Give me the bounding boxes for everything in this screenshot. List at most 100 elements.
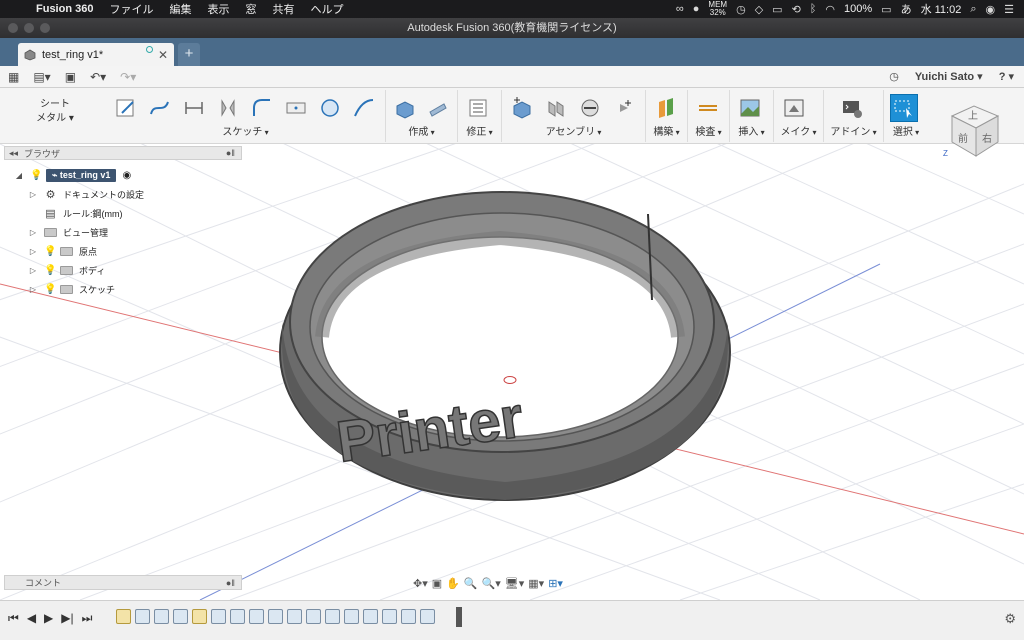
- timeline-step[interactable]: [173, 609, 188, 624]
- modify-group-label[interactable]: 修正: [458, 123, 501, 138]
- user-account-menu[interactable]: Yuichi Sato ▾: [915, 70, 983, 83]
- new-component-icon[interactable]: [508, 94, 536, 122]
- minimize-window-button[interactable]: [24, 23, 34, 33]
- circle-icon[interactable]: [316, 94, 344, 122]
- timeline-step[interactable]: [420, 609, 435, 624]
- job-status-clock-icon[interactable]: ◷: [889, 70, 899, 83]
- select-group-label[interactable]: 選択: [884, 123, 928, 138]
- workspace-mode-selector[interactable]: シート メタル ▾: [10, 98, 100, 134]
- insert-image-icon[interactable]: [736, 94, 764, 122]
- menu-app-name[interactable]: Fusion 360: [28, 3, 101, 15]
- create-base-flange-icon[interactable]: [392, 94, 419, 122]
- offset-plane-icon[interactable]: [652, 94, 680, 122]
- timeline-step[interactable]: [230, 609, 245, 624]
- data-panel-grid-icon[interactable]: ▦: [8, 70, 19, 84]
- view-cube-right-label[interactable]: 右: [982, 132, 992, 145]
- close-tab-icon[interactable]: ✕: [158, 48, 168, 62]
- visibility-bulb-icon[interactable]: 💡: [44, 284, 56, 295]
- addins-group-label[interactable]: アドイン: [824, 123, 883, 138]
- timeline-marker[interactable]: [456, 607, 462, 627]
- notification-center-icon[interactable]: ☰: [1004, 3, 1014, 16]
- menu-view[interactable]: 表示: [199, 1, 237, 17]
- tree-item-bodies[interactable]: ▷ 💡 ボディ: [14, 261, 244, 280]
- tree-item-sketches[interactable]: ▷ 💡 スケッチ: [14, 280, 244, 299]
- zoom-window-button[interactable]: [40, 23, 50, 33]
- create-group-label[interactable]: 作成: [386, 123, 457, 138]
- file-menu-icon[interactable]: ▤▾: [33, 70, 50, 84]
- menu-share[interactable]: 共有: [264, 1, 302, 17]
- timeline-previous-icon[interactable]: ◀: [27, 611, 36, 626]
- tree-root[interactable]: ◢ 💡 ⌁ test_ring v1 ◉: [14, 166, 244, 185]
- look-at-icon[interactable]: ▣: [432, 577, 442, 590]
- view-cube[interactable]: 上 前 右 Z: [940, 94, 1010, 164]
- memory-status[interactable]: MEM 32%: [708, 1, 727, 17]
- 3d-print-icon[interactable]: [780, 94, 808, 122]
- input-method[interactable]: あ: [901, 1, 912, 17]
- bluetooth-icon[interactable]: ᛒ: [810, 3, 817, 15]
- close-window-button[interactable]: [8, 23, 18, 33]
- activate-radio-icon[interactable]: ◉: [122, 170, 131, 181]
- measure-icon[interactable]: [694, 94, 722, 122]
- inspect-group-label[interactable]: 検査: [688, 123, 729, 138]
- battery-percent[interactable]: 100%: [844, 3, 872, 15]
- expand-arrow-icon[interactable]: ▷: [28, 247, 38, 256]
- view-cube-top-label[interactable]: 上: [968, 110, 978, 122]
- bell-icon[interactable]: ●: [693, 3, 700, 15]
- spotlight-search-icon[interactable]: ⌕: [970, 3, 976, 16]
- fit-icon[interactable]: 🔍▾: [482, 577, 501, 590]
- select-tool-icon[interactable]: [890, 94, 918, 122]
- drive-joints-icon[interactable]: [610, 94, 638, 122]
- timeline-last-icon[interactable]: ⏭: [82, 611, 93, 626]
- construct-group-label[interactable]: 構築: [646, 123, 687, 138]
- save-icon[interactable]: ▣: [65, 70, 76, 84]
- visibility-bulb-icon[interactable]: 💡: [44, 265, 56, 276]
- make-group-label[interactable]: メイク: [774, 123, 823, 138]
- create-flange-icon[interactable]: [425, 94, 452, 122]
- browser-pin-icon[interactable]: ●‖: [226, 148, 241, 158]
- line-icon[interactable]: [146, 94, 174, 122]
- menu-file[interactable]: ファイル: [101, 1, 161, 17]
- creative-cloud-icon[interactable]: ∞: [676, 3, 684, 15]
- create-sketch-icon[interactable]: [112, 94, 140, 122]
- timeline-settings-gear-icon[interactable]: ⚙: [1004, 611, 1016, 627]
- comments-pin-icon[interactable]: ●‖: [226, 578, 241, 588]
- timeline-step[interactable]: [211, 609, 226, 624]
- undo-icon[interactable]: ↶▾: [90, 70, 106, 84]
- wifi-icon[interactable]: ◠: [825, 3, 835, 16]
- timeline-step-sketch[interactable]: [116, 609, 131, 624]
- modify-icon[interactable]: [464, 94, 492, 122]
- timeline-step[interactable]: [154, 609, 169, 624]
- timeline-play-icon[interactable]: ▶: [44, 611, 53, 626]
- timeline-step[interactable]: [325, 609, 340, 624]
- expand-arrow-icon[interactable]: ▷: [28, 190, 38, 199]
- battery-icon[interactable]: ▭: [881, 3, 891, 16]
- display-settings-icon[interactable]: 🖥▾: [505, 577, 525, 590]
- assemble-group-label[interactable]: アセンブリ: [502, 123, 645, 138]
- pan-hand-icon[interactable]: ✋: [446, 577, 460, 590]
- expand-arrow-icon[interactable]: ▷: [28, 228, 38, 237]
- comments-panel-header[interactable]: コメント ●‖: [4, 575, 242, 590]
- airplay-icon[interactable]: ▭: [772, 3, 782, 16]
- timeline-step[interactable]: [363, 609, 378, 624]
- timeline-step[interactable]: [401, 609, 416, 624]
- expand-arrow-icon[interactable]: ▷: [28, 266, 38, 275]
- as-built-joint-icon[interactable]: [576, 94, 604, 122]
- browser-panel-header[interactable]: ◂◂ ブラウザ ●‖: [4, 146, 242, 160]
- scripts-addins-icon[interactable]: [838, 94, 866, 122]
- orbit-icon[interactable]: ✥▾: [413, 577, 428, 590]
- timeline-step[interactable]: [135, 609, 150, 624]
- document-tab[interactable]: test_ring v1* ✕: [18, 43, 174, 66]
- help-icon[interactable]: ? ▾: [999, 70, 1014, 83]
- zoom-icon[interactable]: 🔍: [464, 577, 478, 590]
- timeline-step[interactable]: [287, 609, 302, 624]
- timeline-next-icon[interactable]: ▶|: [61, 611, 73, 626]
- time-machine-icon[interactable]: ⟲: [792, 3, 801, 16]
- menu-help[interactable]: ヘルプ: [302, 1, 351, 17]
- timeline-step[interactable]: [306, 609, 321, 624]
- menu-window[interactable]: 窓: [237, 1, 264, 17]
- grid-settings-icon[interactable]: ▦▾: [528, 577, 544, 590]
- ring-model[interactable]: Printer: [270, 172, 740, 532]
- visibility-bulb-icon[interactable]: 💡: [30, 170, 42, 181]
- new-tab-button[interactable]: +: [178, 43, 200, 66]
- timeline-step[interactable]: [268, 609, 283, 624]
